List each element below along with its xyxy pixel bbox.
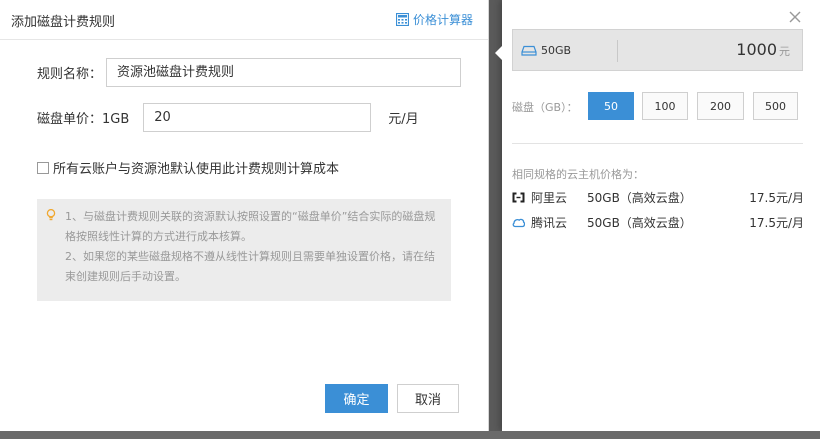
lightbulb-icon bbox=[46, 209, 56, 221]
same-spec-title: 相同规格的云主机价格为： bbox=[512, 168, 644, 181]
calculator-icon bbox=[395, 13, 409, 26]
selected-disk: 50GB bbox=[521, 44, 571, 57]
vendor-price: 17.5元/月 bbox=[749, 216, 804, 230]
disk-size-option-50[interactable]: 50 bbox=[588, 92, 634, 120]
disk-size-option-100[interactable]: 100 bbox=[642, 92, 688, 120]
total-price-currency: 元 bbox=[779, 45, 790, 58]
vendor-name: 腾讯云 bbox=[531, 216, 568, 230]
price-unit: 元/月 bbox=[388, 112, 419, 127]
disk-price-label: 磁盘单价：1GB bbox=[37, 112, 130, 127]
vendor-row-aliyun: 阿里云 50GB（高效云盘） 17.5元/月 bbox=[512, 189, 804, 206]
rule-name-input[interactable]: 资源池磁盘计费规则 bbox=[106, 58, 462, 87]
tencent-cloud-icon bbox=[512, 218, 525, 228]
price-calculator-label: 价格计算器 bbox=[412, 13, 473, 27]
disk-price-input[interactable]: 20 bbox=[143, 103, 372, 132]
rule-name-row: 规则名称： 资源池磁盘计费规则 bbox=[37, 58, 462, 87]
disk-size-option-200[interactable]: 200 bbox=[697, 92, 744, 120]
total-price: 1000 元 bbox=[736, 40, 790, 59]
info-note: 1、与磁盘计费规则关联的资源默认按照设置的“磁盘单价”结合实际的磁盘规格按照线性… bbox=[37, 199, 451, 301]
vendor-name: 阿里云 bbox=[531, 191, 568, 205]
dialog-title: 添加磁盘计费规则 bbox=[11, 15, 116, 30]
price-calculator-panel: 50GB 1000 元 磁盘（GB）： 50 100 200 500 相同规格的云主机价… bbox=[495, 0, 820, 431]
price-summary: 50GB 1000 元 bbox=[512, 29, 803, 71]
window-bottom-edge bbox=[0, 431, 820, 439]
dialog-header: 添加磁盘计费规则 价格计算器 bbox=[0, 0, 488, 40]
disk-icon bbox=[521, 45, 537, 56]
total-price-value: 1000 bbox=[736, 40, 777, 59]
rule-name-label: 规则名称： bbox=[37, 67, 103, 82]
confirm-button[interactable]: 确定 bbox=[325, 384, 388, 413]
panel-pointer bbox=[495, 46, 502, 60]
vendor-row-tencent: 腾讯云 50GB（高效云盘） 17.5元/月 bbox=[512, 214, 804, 231]
default-rule-checkbox-label: 所有云账户与资源池默认使用此计费规则计算成本 bbox=[53, 162, 340, 177]
vendor-spec: 50GB（高效云盘） bbox=[587, 191, 692, 205]
disk-size-label: 磁盘（GB）： bbox=[512, 101, 578, 114]
disk-size-option-500[interactable]: 500 bbox=[753, 92, 798, 120]
selected-disk-size: 50GB bbox=[541, 44, 572, 57]
price-calculator-link[interactable]: 价格计算器 bbox=[395, 11, 473, 28]
disk-price-row: 磁盘单价：1GB 20 元/月 bbox=[37, 103, 419, 132]
cancel-button[interactable]: 取消 bbox=[397, 384, 459, 413]
add-disk-billing-rule-dialog: 添加磁盘计费规则 价格计算器 规则名称： 资源池磁盘计费规则 磁盘单价：1GB … bbox=[0, 0, 489, 431]
aliyun-icon bbox=[512, 192, 525, 203]
note-line-1: 1、与磁盘计费规则关联的资源默认按照设置的“磁盘单价”结合实际的磁盘规格按照线性… bbox=[65, 210, 436, 243]
summary-divider bbox=[617, 40, 618, 62]
vendor-spec: 50GB（高效云盘） bbox=[587, 216, 692, 230]
vendor-price: 17.5元/月 bbox=[749, 191, 804, 205]
divider bbox=[512, 143, 803, 144]
default-rule-checkbox-row[interactable]: 所有云账户与资源池默认使用此计费规则计算成本 bbox=[37, 158, 339, 177]
close-icon[interactable] bbox=[787, 9, 803, 25]
note-line-2: 2、如果您的某些磁盘规格不遵从线性计算规则且需要单独设置价格，请在结束创建规则后… bbox=[65, 250, 435, 283]
default-rule-checkbox[interactable] bbox=[37, 161, 49, 174]
